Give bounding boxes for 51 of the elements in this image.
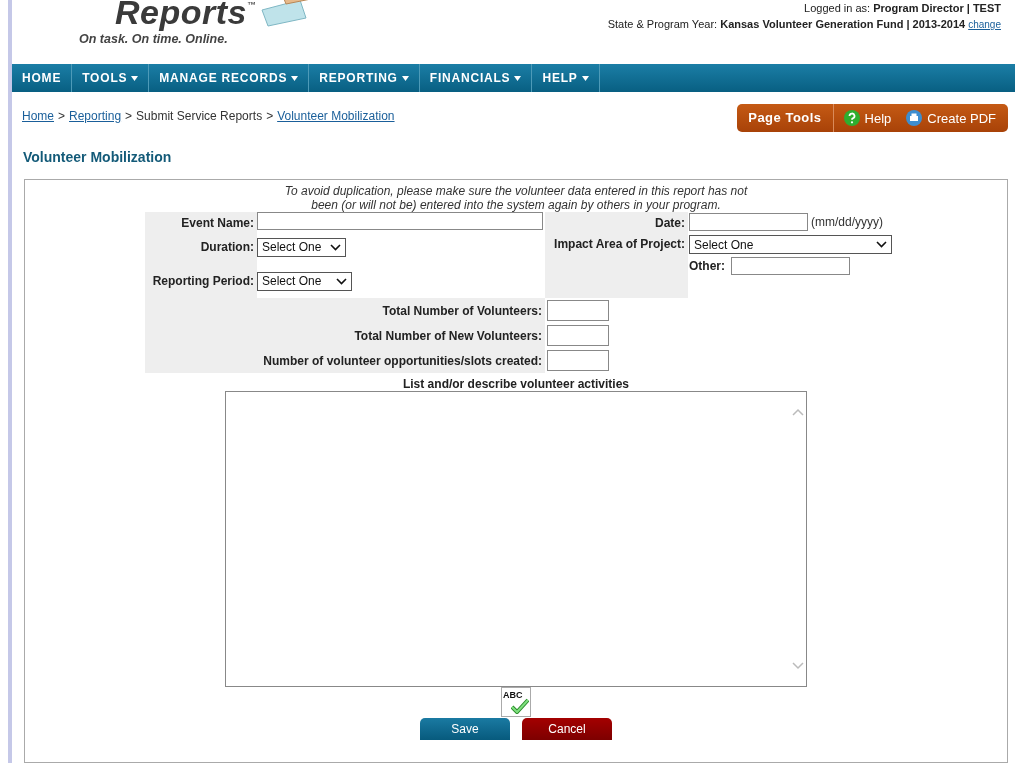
program-year: State & Program Year: Kansas Volunteer Generation Fund | 2013-2014: [607, 18, 966, 30]
create-pdf-link[interactable]: Create PDF: [896, 110, 1008, 126]
duration-dropdown[interactable]: Select One: [257, 237, 346, 257]
caret-icon: [131, 75, 139, 81]
check-icon: [511, 698, 529, 714]
reporting-period-dropdown[interactable]: Select One: [257, 271, 352, 291]
breadcrumb-separator: >: [125, 109, 133, 123]
date-format-hint: (mm/dd/yyyy): [811, 215, 883, 229]
trademark-mark: ™: [246, 0, 256, 10]
count-input[interactable]: [547, 350, 609, 371]
page-tools-title: Page Tools: [737, 104, 834, 132]
breadcrumb-link[interactable]: Volunteer Mobilization: [277, 109, 395, 123]
printer-icon: [906, 110, 923, 126]
breadcrumb-link[interactable]: Reporting: [69, 109, 122, 123]
duplication-notice: To avoid duplication, please make sure the volunteer data entered in this report has not been (or will not be) entered into the system again by others in your program.: [283, 184, 749, 212]
cancel-button[interactable]: Cancel: [522, 718, 612, 740]
nav-menu-item[interactable]: TOOLS: [72, 64, 150, 92]
breadcrumb-separator: >: [58, 109, 66, 123]
count-input[interactable]: [547, 325, 609, 346]
date-input[interactable]: [689, 213, 808, 231]
help-link[interactable]: Help: [833, 110, 897, 126]
scroll-down-icon: [791, 662, 804, 670]
event-name-input[interactable]: [257, 212, 543, 230]
nav-menu-item[interactable]: HELP: [532, 64, 600, 92]
caret-icon: [401, 75, 409, 81]
nav-menu-item[interactable]: MANAGE RECORDS: [149, 64, 310, 92]
logo-wordmark: Reports: [115, 0, 247, 33]
nav-menu-item[interactable]: HOME: [12, 64, 73, 92]
other-input[interactable]: [731, 257, 850, 275]
change-link[interactable]: change: [968, 19, 1001, 30]
chevron-down-icon: [876, 241, 887, 248]
save-button[interactable]: Save: [420, 718, 510, 740]
nav-menu-item[interactable]: REPORTING: [309, 64, 420, 92]
help-icon: [843, 110, 860, 126]
logo-tagline: On task. On time. Online.: [79, 32, 229, 46]
breadcrumb-text: Submit Service Reports: [136, 109, 263, 123]
impact-area-dropdown[interactable]: Select One: [689, 235, 892, 254]
activities-label: List and/or describe volunteer activities: [402, 377, 630, 391]
page-title: Volunteer Mobilization: [23, 149, 173, 165]
chevron-down-icon: [330, 243, 341, 251]
chevron-down-icon: [336, 277, 347, 285]
login-info: Logged in as: Program Director | TEST: [804, 2, 1001, 14]
caret-icon: [581, 75, 589, 81]
count-input[interactable]: [547, 300, 609, 321]
nav-menu-item[interactable]: FINANCIALS: [419, 64, 533, 92]
spellcheck-button[interactable]: ABC: [501, 687, 531, 717]
breadcrumb-separator: >: [266, 109, 274, 123]
scroll-up-icon: [791, 408, 804, 416]
caret-icon: [514, 75, 522, 81]
breadcrumb-link[interactable]: Home: [22, 109, 54, 123]
caret-icon: [291, 75, 299, 81]
